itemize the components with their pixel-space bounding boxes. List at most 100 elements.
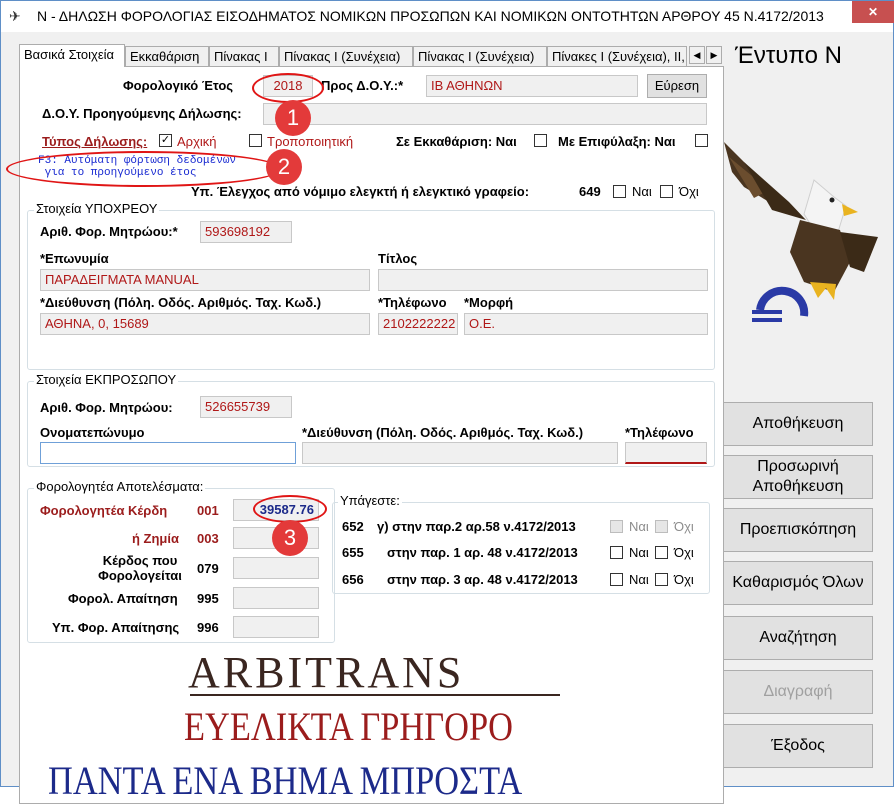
amending-label: Τροποποιητική <box>267 134 354 149</box>
clear-all-button[interactable]: Καθαρισμός Όλων <box>723 561 873 605</box>
main-window: ✈ Ν - ΔΗΛΩΣΗ ΦΟΡΟΛΟΓΙΑΣ ΕΙΣΟΔΗΜΑΤΟΣ ΝΟΜΙ… <box>0 0 894 804</box>
obligor-afm-label: Αριθ. Φορ. Μητρώου:* <box>40 224 178 239</box>
amending-checkbox[interactable] <box>249 134 262 147</box>
obligor-form-field[interactable]: Ο.Ε. <box>464 313 708 335</box>
subject-652-label: γ) στην παρ.2 αρ.58 ν.4172/2013 <box>377 519 576 534</box>
representative-address-field[interactable] <box>302 442 618 464</box>
results-loss-label: ή Ζημία <box>132 531 179 546</box>
temp-save-button[interactable]: Προσωρινή Αποθήκευση <box>723 455 873 499</box>
subject-656-label: στην παρ. 3 αρ. 48 ν.4172/2013 <box>387 572 578 587</box>
tab-liquidation[interactable]: Εκκαθάριση <box>125 46 209 66</box>
reservation-checkbox[interactable] <box>695 134 708 147</box>
subject-655-no-checkbox[interactable] <box>655 546 668 559</box>
prev-doy-label: Δ.Ο.Υ. Προηγούμενης Δήλωσης: <box>42 106 242 121</box>
tab-table-1-cont[interactable]: Πίνακας Ι (Συνέχεια) <box>279 46 413 66</box>
representative-afm-field[interactable]: 526655739 <box>200 396 292 418</box>
obligor-name-label: *Επωνυμία <box>40 251 109 266</box>
title-bar: ✈ Ν - ΔΗΛΩΣΗ ΦΟΡΟΛΟΓΙΑΣ ΕΙΣΟΔΗΜΑΤΟΣ ΝΟΜΙ… <box>1 1 894 32</box>
brand-line-3: ΠΑΝΤΑ ΕΝΑ ΒΗΜΑ ΜΠΡΟΣΤΑ <box>48 758 523 803</box>
obligor-address-label: *Διεύθυνση (Πόλη. Οδός. Αριθμός. Ταχ. Κω… <box>40 295 322 310</box>
representative-address-label: *Διεύθυνση (Πόλη. Οδός. Αριθμός. Ταχ. Κω… <box>302 425 584 440</box>
subject-652-yes-label: Ναι <box>629 519 649 534</box>
subject-656-no-label: Όχι <box>674 572 694 587</box>
subject-656-no-checkbox[interactable] <box>655 573 668 586</box>
results-tax-claim-balance-field[interactable] <box>233 616 319 638</box>
delete-button[interactable]: Διαγραφή <box>723 670 873 714</box>
results-tax-claim-field[interactable] <box>233 587 319 609</box>
search-doy-button[interactable]: Εύρεση <box>647 74 707 98</box>
representative-fullname-field[interactable] <box>40 442 296 464</box>
fiscal-year-label: Φορολογικό Έτος <box>123 78 234 93</box>
subject-652-yes-checkbox[interactable] <box>610 520 623 533</box>
subject-656-code: 656 <box>342 572 364 587</box>
window-title: Ν - ΔΗΛΩΣΗ ΦΟΡΟΛΟΓΙΑΣ ΕΙΣΟΔΗΜΑΤΟΣ ΝΟΜΙΚΩ… <box>37 8 824 24</box>
obligor-title-field[interactable] <box>378 269 708 291</box>
audit-label: Υπ. Έλεγχος από νόμιμο ελεγκτή ή ελεγκτι… <box>191 184 530 199</box>
annotation-ellipse-1 <box>252 73 324 103</box>
representative-phone-label: *Τηλέφωνο <box>625 425 694 440</box>
preview-button[interactable]: Προεπισκόπηση <box>723 508 873 552</box>
client-area: Βασικά Στοιχεία Εκκαθάριση Πίνακας Ι Πίν… <box>6 32 887 804</box>
audit-yes-checkbox[interactable] <box>613 185 626 198</box>
subject-656-yes-checkbox[interactable] <box>610 573 623 586</box>
tab-tables-1-2[interactable]: Πίνακες Ι (Συνέχεια), ΙΙ, <box>547 46 687 66</box>
obligor-form-label: *Μορφή <box>464 295 514 310</box>
obligor-afm-field[interactable]: 593698192 <box>200 221 292 243</box>
subject-group-title: Υπάγεστε: <box>338 493 402 508</box>
results-profit-code: 001 <box>197 503 219 518</box>
obligor-address-field[interactable]: ΑΘΗΝΑ, 0, 15689 <box>40 313 370 335</box>
brand-line-1: ARBITRANS <box>188 648 465 697</box>
subject-652-code: 652 <box>342 519 364 534</box>
annotation-ellipse-2 <box>6 151 282 187</box>
form-title: Έντυπο Ν <box>735 42 842 69</box>
annotation-marker-2: 2 <box>266 149 302 185</box>
results-tax-claim-label: Φορολ. Απαίτηση <box>68 591 178 606</box>
audit-yes-label: Ναι <box>632 184 652 199</box>
subject-655-yes-checkbox[interactable] <box>610 546 623 559</box>
representative-phone-field[interactable] <box>625 442 707 464</box>
initial-checkbox[interactable]: ✓ <box>159 134 172 147</box>
app-icon: ✈ <box>9 8 21 24</box>
results-profit-label: Φορολογητέα Κέρδη <box>40 503 168 518</box>
basic-info-panel: Φορολογικό Έτος 2018 Προς Δ.Ο.Υ.:* ΙΒ ΑΘ… <box>6 66 724 804</box>
doy-field[interactable]: ΙΒ ΑΘΗΝΩΝ <box>426 75 638 97</box>
brand-line-2: ΕΥΕΛΙΚΤΑ ΓΡΗΓΟΡΟ <box>184 704 513 749</box>
results-tax-claim-balance-label: Υπ. Φορ. Απαίτησης <box>52 620 180 635</box>
tab-scroll-left-icon[interactable]: ◀ <box>689 46 705 64</box>
search-button[interactable]: Αναζήτηση <box>723 616 873 660</box>
decl-type-label: Τύπος Δήλωσης: <box>42 134 148 149</box>
results-tax-claim-code: 995 <box>197 591 219 606</box>
results-group-title: Φορολογητέα Αποτελέσματα: <box>34 479 206 494</box>
tab-basic-info[interactable]: Βασικά Στοιχεία <box>19 44 125 67</box>
reservation-label: Με Επιφύλαξη: Ναι <box>558 134 676 149</box>
audit-no-checkbox[interactable] <box>660 185 673 198</box>
annotation-marker-1: 1 <box>275 100 311 136</box>
subject-652-no-checkbox[interactable] <box>655 520 668 533</box>
obligor-group-title: Στοιχεία ΥΠΟΧΡΕΟΥ <box>34 201 160 216</box>
results-taxed-profit-code: 079 <box>197 561 219 576</box>
exit-button[interactable]: Έξοδος <box>723 724 873 768</box>
liquidation-label: Σε Εκκαθάριση: Ναι <box>396 134 517 149</box>
brand-underline <box>190 694 560 696</box>
liquidation-checkbox[interactable] <box>534 134 547 147</box>
obligor-phone-label: *Τηλέφωνο <box>378 295 447 310</box>
doy-label: Προς Δ.Ο.Υ.:* <box>321 78 404 93</box>
results-taxed-profit-field[interactable] <box>233 557 319 579</box>
prev-doy-field[interactable] <box>263 103 707 125</box>
close-button[interactable]: ✕ <box>852 1 894 23</box>
tab-scroll-right-icon[interactable]: ▶ <box>706 46 722 64</box>
tab-bar: Βασικά Στοιχεία Εκκαθάριση Πίνακας Ι Πίν… <box>19 44 724 67</box>
obligor-phone-field[interactable]: 2102222222 <box>378 313 458 335</box>
tab-table-1[interactable]: Πίνακας Ι <box>209 46 279 66</box>
audit-no-label: Όχι <box>679 184 699 199</box>
representative-fullname-label: Ονοματεπώνυμο <box>40 425 145 440</box>
initial-label: Αρχική <box>177 134 217 149</box>
eagle-logo-icon <box>724 142 878 322</box>
subject-655-no-label: Όχι <box>674 545 694 560</box>
obligor-name-field[interactable]: ΠΑΡΑΔΕΙΓΜΑΤΑ MANUAL <box>40 269 370 291</box>
tab-table-1-cont-2[interactable]: Πίνακας Ι (Συνέχεια) <box>413 46 547 66</box>
save-button[interactable]: Αποθήκευση <box>723 402 873 446</box>
audit-code: 649 <box>579 184 601 199</box>
results-tax-claim-balance-code: 996 <box>197 620 219 635</box>
obligor-title-label: Τίτλος <box>378 251 418 266</box>
